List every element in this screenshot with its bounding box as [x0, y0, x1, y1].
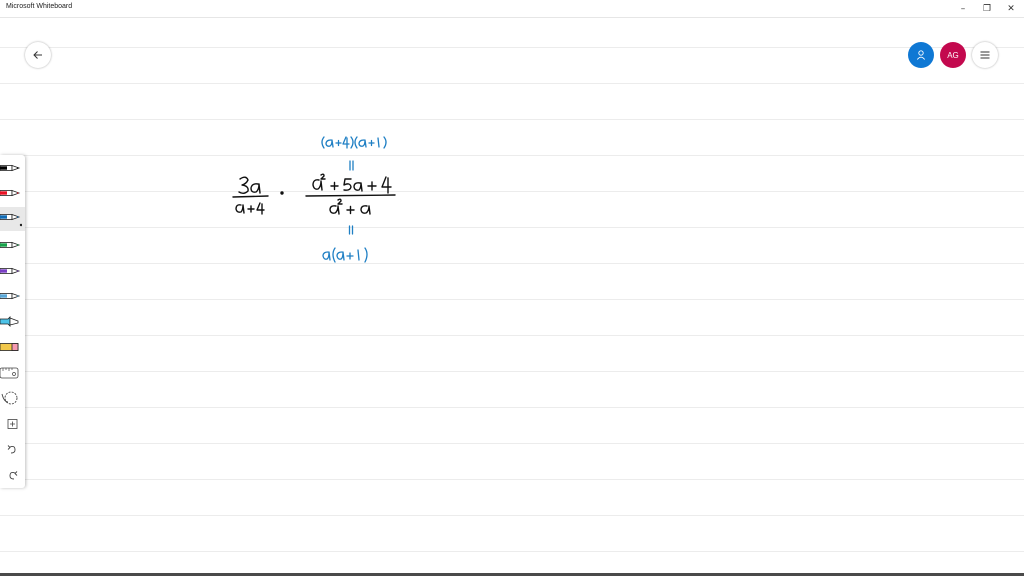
black-ink-expression — [232, 173, 396, 215]
blue-ink-annotations — [321, 136, 387, 263]
ink-strokes — [232, 136, 396, 263]
